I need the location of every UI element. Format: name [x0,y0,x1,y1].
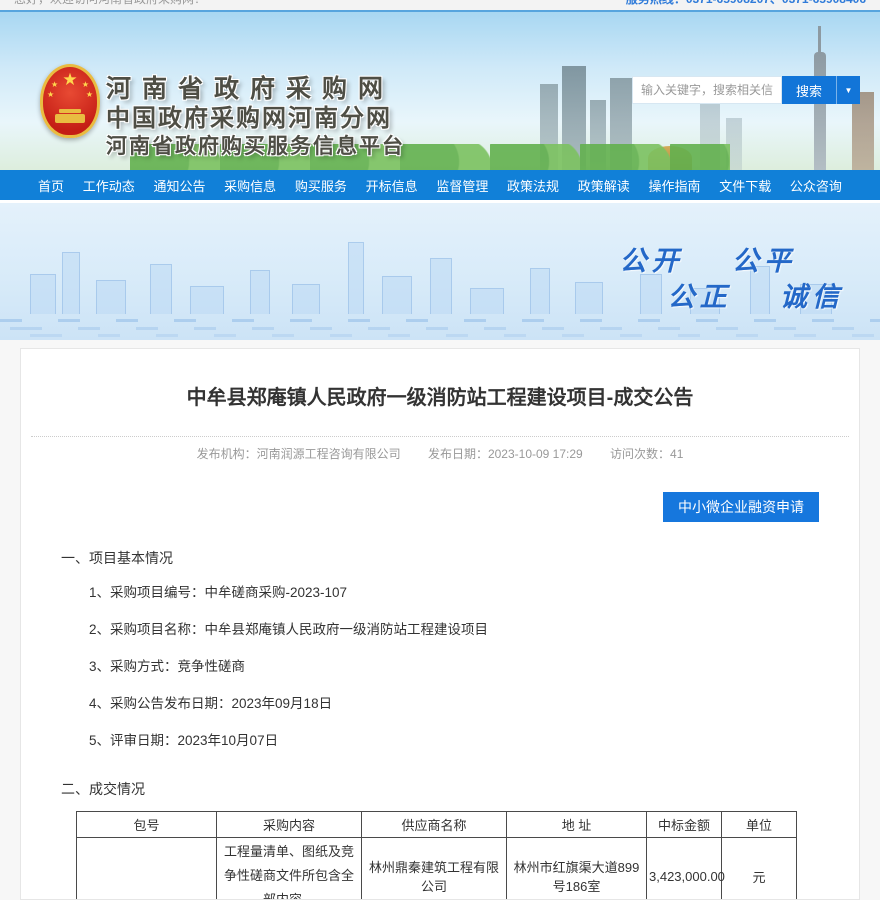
cell-supplier: 林州鼎秦建筑工程有限公司 [362,838,507,900]
section2-heading: 二、成交情况 [61,779,819,799]
nav-item-purchase-services[interactable]: 购买服务 [295,176,347,195]
welcome-text: 您好，欢迎访问河南省政府采购网！ [14,0,206,8]
banner-skyline-building [530,268,550,314]
announcement-date: 4、采购公告发布日期：2023年09月18日 [89,691,819,716]
publisher: 发布机构：河南润源工程咨询有限公司 [197,447,401,461]
publish-date: 发布日期：2023-10-09 17:29 [428,447,583,461]
cell-unit: 元 [722,838,797,900]
search-box: 搜索 ▼ [632,76,860,104]
banner-skyline-building [96,280,126,314]
service-hotline: 服务热线：0371-65908207、0371-65908406 [626,0,866,8]
banner-skyline-building [470,288,504,314]
banner-skyline-building [430,258,452,314]
nav-item-notices[interactable]: 通知公告 [153,176,205,195]
slogan-line-2: 公正 诚信 [668,275,844,314]
emblem-star-icon: ★ [47,91,54,99]
cell-package-no: 中牟磋商采购-2023-107 [77,838,217,900]
section1-items: 1、采购项目编号：中牟磋商采购-2023-107 2、采购项目名称：中牟县郑庵镇… [89,580,819,753]
col-amount: 中标金额 [647,812,722,838]
visit-count: 访问次数：41 [610,447,683,461]
col-address: 地 址 [507,812,647,838]
banner-skyline-building [575,282,603,314]
top-utility-bar: 您好，欢迎访问河南省政府采购网！ 服务热线：0371-65908207、0371… [0,0,880,10]
slogan-open: 公开 [620,246,684,277]
slogan-banner: 公开 公平 公正 诚信 [0,203,880,340]
nav-item-home[interactable]: 首页 [38,176,64,195]
col-supplier: 供应商名称 [362,812,507,838]
nav-item-operation-guide[interactable]: 操作指南 [648,176,700,195]
publish-meta: 发布机构：河南润源工程咨询有限公司 发布日期：2023-10-09 17:29 … [21,437,859,462]
banner-skyline-building [30,274,56,314]
national-emblem-logo: ★ ★ ★ ★ ★ [40,64,100,138]
emblem-star-icon: ★ [62,71,77,88]
water-reflection [0,334,880,337]
banner-skyline-building [640,274,662,314]
cell-content: 工程量清单、图纸及竞争性磋商文件所包含全部内容。 [217,838,362,900]
slogan-fair: 公平 [732,246,796,277]
search-dropdown-caret-icon[interactable]: ▼ [836,76,860,104]
banner-skyline-building [62,252,80,314]
sme-financing-button[interactable]: 中小微企业融资申请 [663,492,819,522]
announcement-card: 中牟县郑庵镇人民政府一级消防站工程建设项目-成交公告 发布机构：河南润源工程咨询… [20,348,860,900]
deal-table: 包号 采购内容 供应商名称 地 址 中标金额 单位 中牟磋商采购-2023-10… [76,811,797,900]
procurement-method: 3、采购方式：竞争性磋商 [89,654,819,679]
site-title-sub2: 河南省政府购买服务信息平台 [106,133,405,161]
site-header: ★ ★ ★ ★ ★ 河南省政府采购网 中国政府采购网河南分网 河南省政府购买服务… [0,10,880,170]
nav-item-public-consultation[interactable]: 公众咨询 [790,176,842,195]
banner-skyline-building [348,242,364,314]
emblem-star-icon: ★ [86,91,93,99]
col-content: 采购内容 [217,812,362,838]
nav-item-procurement-info[interactable]: 采购信息 [224,176,276,195]
site-title-block: 河南省政府采购网 中国政府采购网河南分网 河南省政府购买服务信息平台 [106,74,405,161]
banner-skyline-building [150,264,172,314]
cell-address: 林州市红旗渠大道899号186室 [507,838,647,900]
search-button[interactable]: 搜索 [782,76,836,104]
project-name: 2、采购项目名称：中牟县郑庵镇人民政府一级消防站工程建设项目 [89,617,819,642]
nav-item-policy-interpretation[interactable]: 政策解读 [578,176,630,195]
col-package-no: 包号 [77,812,217,838]
site-title-sub1: 中国政府采购网河南分网 [106,104,405,133]
emblem-star-icon: ★ [82,81,89,89]
review-date: 5、评审日期：2023年10月07日 [89,728,819,753]
action-row: 中小微企业融资申请 [21,492,859,522]
water-reflection [0,327,880,330]
main-nav: 首页 工作动态 通知公告 采购信息 购买服务 开标信息 监督管理 政策法规 政策… [0,170,880,200]
project-number: 1、采购项目编号：中牟磋商采购-2023-107 [89,580,819,605]
slogan-integrity: 诚信 [780,282,844,313]
banner-skyline-building [382,276,412,314]
deal-table-header-row: 包号 采购内容 供应商名称 地 址 中标金额 单位 [77,812,797,838]
emblem-gate-shape [55,114,85,123]
cell-amount: 3,423,000.00 [647,838,722,900]
nav-item-downloads[interactable]: 文件下载 [719,176,771,195]
col-unit: 单位 [722,812,797,838]
article-body: 一、项目基本情况 1、采购项目编号：中牟磋商采购-2023-107 2、采购项目… [21,548,859,900]
banner-skyline-building [190,286,224,314]
page-title: 中牟县郑庵镇人民政府一级消防站工程建设项目-成交公告 [21,381,859,410]
nav-item-work-news[interactable]: 工作动态 [83,176,135,195]
water-reflection [0,319,880,322]
content-area: 中牟县郑庵镇人民政府一级消防站工程建设项目-成交公告 发布机构：河南润源工程咨询… [0,340,880,900]
slogan-just: 公正 [668,282,732,313]
emblem-star-icon: ★ [51,81,58,89]
site-title-main: 河南省政府采购网 [106,74,405,104]
section1-heading: 一、项目基本情况 [61,548,819,568]
search-input[interactable] [632,76,782,104]
slogan-line-1: 公开 公平 [620,239,796,278]
banner-skyline-building [250,270,270,314]
nav-item-bid-opening[interactable]: 开标信息 [366,176,418,195]
nav-item-supervision[interactable]: 监督管理 [436,176,488,195]
banner-skyline-building [292,284,320,314]
nav-item-policies[interactable]: 政策法规 [507,176,559,195]
deal-row: 中牟磋商采购-2023-107 工程量清单、图纸及竞争性磋商文件所包含全部内容。… [77,838,797,900]
zhengzhou-tower [814,52,826,170]
